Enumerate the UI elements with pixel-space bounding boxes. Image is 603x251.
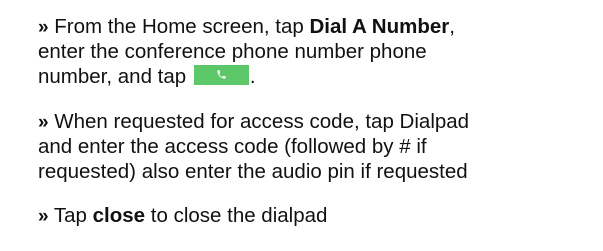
step-close-dialpad: » Tap close to close the dialpad <box>38 203 598 228</box>
step-dial-number: » From the Home screen, tap Dial A Numbe… <box>38 14 598 89</box>
dial-a-number-label: Dial A Number <box>309 15 450 38</box>
step1-text-pre: From the Home screen, tap <box>54 15 310 38</box>
step1-line1: » From the Home screen, tap Dial A Numbe… <box>38 14 598 39</box>
step3-text-pre: Tap <box>53 204 93 227</box>
step2-line3: requested) also enter the audio pin if r… <box>38 160 468 183</box>
bullet: » <box>38 17 49 38</box>
bullet: » <box>38 112 49 133</box>
step1-line3: number, and tap . <box>38 64 598 89</box>
step2-line1-text: When requested for access code, tap Dial… <box>54 110 470 133</box>
step3-text-post: to close the dialpad <box>145 204 328 227</box>
step2-line1: » When requested for access code, tap Di… <box>38 109 598 134</box>
step3-line1: » Tap close to close the dialpad <box>38 203 598 228</box>
close-label: close <box>92 204 146 227</box>
phone-icon <box>217 70 226 79</box>
step-access-code: » When requested for access code, tap Di… <box>38 109 598 184</box>
step1-line3-pre: number, and tap <box>38 65 192 88</box>
step1-text-post: , <box>449 15 455 38</box>
step1-line2: enter the conference phone number phone <box>38 40 427 63</box>
bullet: » <box>38 206 49 227</box>
step2-line2: and enter the access code (followed by #… <box>38 135 427 158</box>
instructions: » From the Home screen, tap Dial A Numbe… <box>38 14 598 228</box>
step1-line3-post: . <box>249 65 256 88</box>
call-button <box>193 65 249 85</box>
